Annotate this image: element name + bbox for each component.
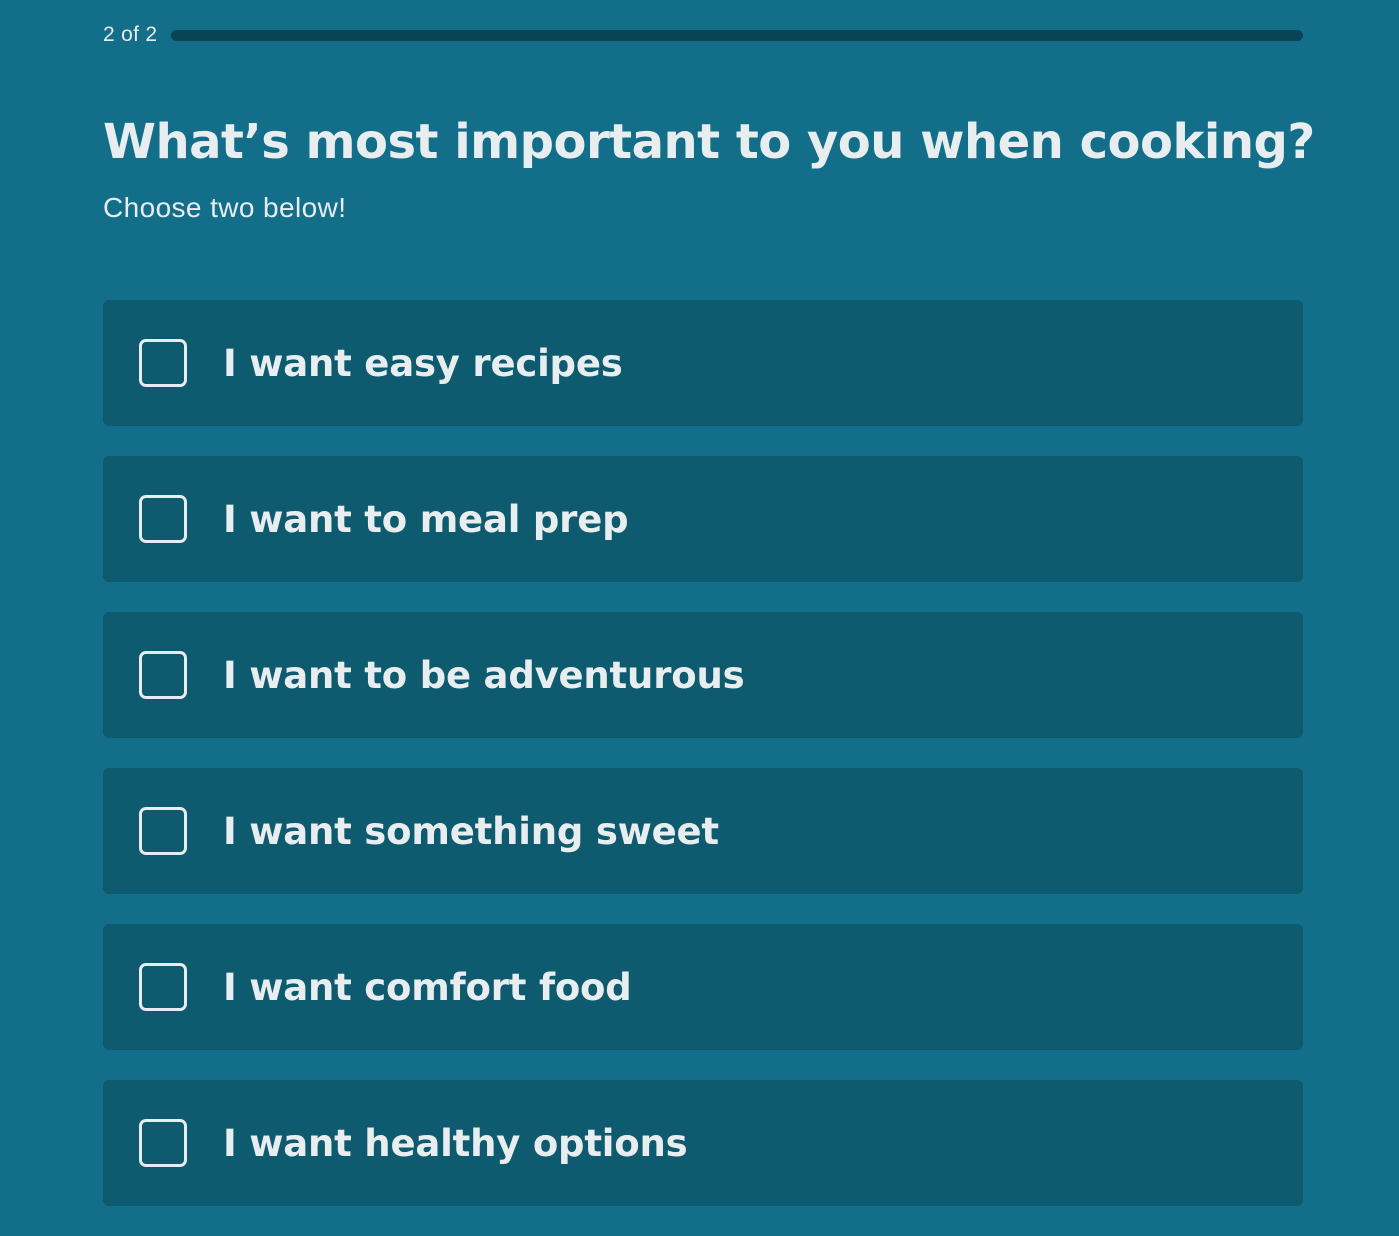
quiz-page: 2 of 2 What’s most important to you when… [103,0,1315,1206]
question-subtitle: Choose two below! [103,192,347,223]
step-counter: 2 of 2 [103,23,158,46]
options-list: I want easy recipes I want to meal prep … [103,300,1303,1236]
checkbox-icon[interactable] [139,963,187,1011]
option-easy-recipes[interactable]: I want easy recipes [103,300,1303,426]
checkbox-icon[interactable] [139,807,187,855]
option-healthy-options[interactable]: I want healthy options [103,1080,1303,1206]
option-label: I want to be adventurous [223,653,745,697]
progress-bar-fill [171,29,1303,41]
option-adventurous[interactable]: I want to be adventurous [103,612,1303,738]
option-something-sweet[interactable]: I want something sweet [103,768,1303,894]
checkbox-icon[interactable] [139,495,187,543]
progress-bar [171,29,1303,41]
checkbox-icon[interactable] [139,339,187,387]
checkbox-icon[interactable] [139,651,187,699]
option-meal-prep[interactable]: I want to meal prep [103,456,1303,582]
option-label: I want healthy options [223,1121,688,1165]
option-label: I want something sweet [223,809,719,853]
checkbox-icon[interactable] [139,1119,187,1167]
option-label: I want to meal prep [223,497,629,541]
progress-row: 2 of 2 [103,18,1303,52]
question-title: What’s most important to you when cookin… [103,114,1315,170]
option-comfort-food[interactable]: I want comfort food [103,924,1303,1050]
option-label: I want comfort food [223,965,632,1009]
option-label: I want easy recipes [223,341,623,385]
